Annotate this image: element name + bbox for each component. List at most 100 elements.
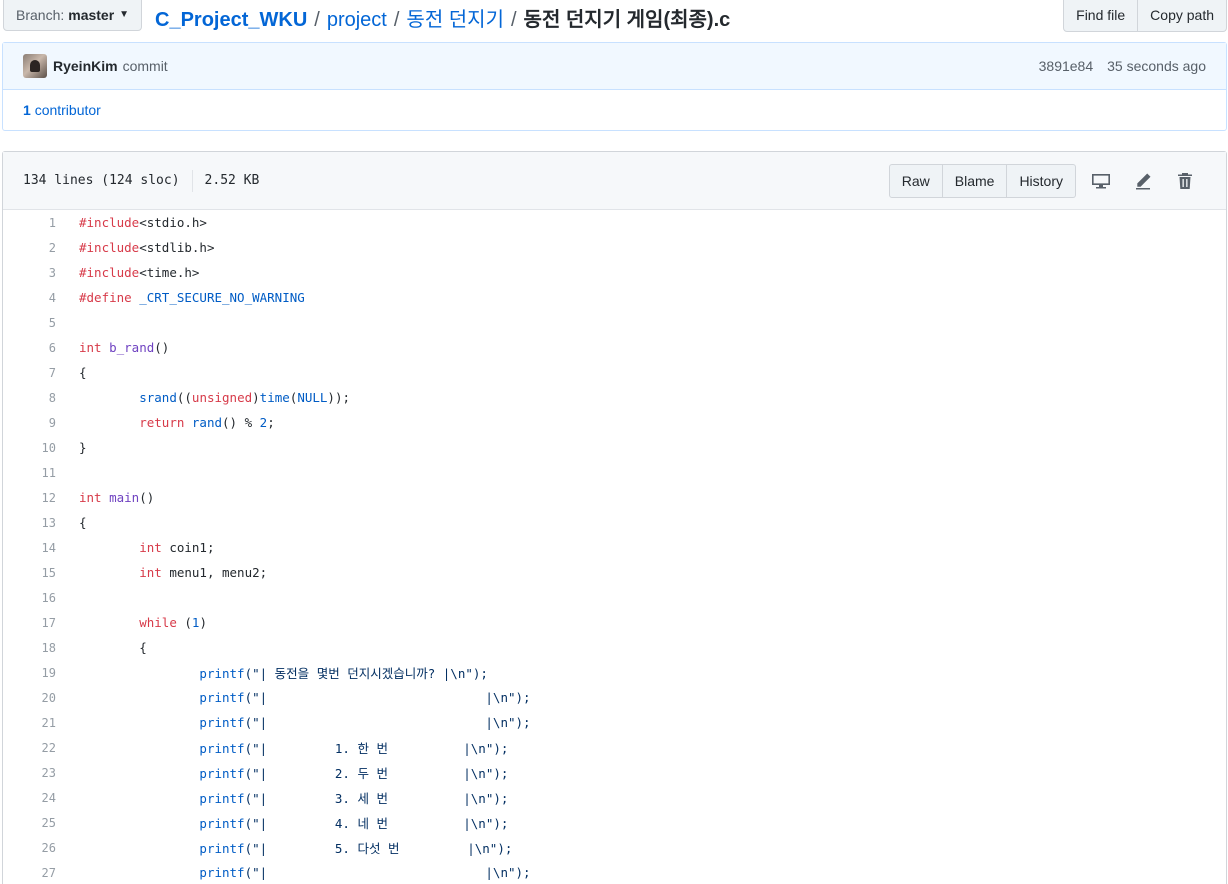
code-text: int coin1; xyxy=(139,540,215,555)
code-table: 1 #include<stdio.h> 2 #include<stdlib.h> 3 #i… xyxy=(3,210,1226,884)
line-number[interactable]: 17 xyxy=(3,616,56,630)
code-text: printf("| 5. 다섯 번 |\n"); xyxy=(199,841,513,856)
code-line: 7{ xyxy=(3,360,1226,385)
file-line-count: 134 lines (124 sloc) xyxy=(23,173,180,188)
code-text: printf("| |\n"); xyxy=(199,865,531,880)
line-number[interactable]: 5 xyxy=(3,316,56,330)
code-text: } xyxy=(79,440,87,455)
file-actions: Raw Blame History xyxy=(888,163,1206,198)
line-number[interactable]: 2 xyxy=(3,241,56,255)
file-viewer: 134 lines (124 sloc) 2.52 KB Raw Blame H… xyxy=(2,151,1227,884)
code-text: printf("| 3. 세 번 |\n"); xyxy=(199,791,509,806)
code-text: #include<stdio.h> xyxy=(79,215,207,230)
line-number[interactable]: 27 xyxy=(3,866,56,880)
avatar[interactable] xyxy=(23,54,47,78)
code-line: 4 #define _CRT_SECURE_NO_WARNING xyxy=(3,285,1226,310)
code-line: 16 xyxy=(3,585,1226,610)
code-line: 3 #include<time.h> xyxy=(3,260,1226,285)
line-number[interactable]: 4 xyxy=(3,291,56,305)
line-number[interactable]: 1 xyxy=(3,216,56,230)
line-number[interactable]: 16 xyxy=(3,591,56,605)
commit-sha-link[interactable]: 3891e84 xyxy=(1039,58,1094,74)
commit-tease: RyeinKim commit 3891e84 35 seconds ago 1… xyxy=(2,42,1227,131)
breadcrumb: C_Project_WKU / project / 동전 던지기 / 동전 던지… xyxy=(155,3,730,32)
code-text: { xyxy=(79,365,87,380)
commit-message-link[interactable]: commit xyxy=(123,58,168,74)
breadcrumb-separator: / xyxy=(510,9,517,31)
breadcrumb-repo-link[interactable]: C_Project_WKU xyxy=(155,9,307,32)
line-number[interactable]: 18 xyxy=(3,641,56,655)
desktop-icon[interactable] xyxy=(1080,164,1122,198)
code-line: 1 #include<stdio.h> xyxy=(3,210,1226,235)
code-line: 23 printf("| 2. 두 번 |\n"); xyxy=(3,760,1226,785)
breadcrumb-file-name: 동전 던지기 게임(최종).c xyxy=(523,9,731,31)
code-line: 9 return rand() % 2; xyxy=(3,410,1226,435)
code-text: #define _CRT_SECURE_NO_WARNING xyxy=(79,290,305,305)
line-number[interactable]: 24 xyxy=(3,791,56,805)
code-text: srand((unsigned)time(NULL)); xyxy=(139,390,350,405)
line-number[interactable]: 8 xyxy=(3,391,56,405)
line-number[interactable]: 25 xyxy=(3,816,56,830)
line-number[interactable]: 13 xyxy=(3,516,56,530)
branch-label: Branch: xyxy=(16,6,65,23)
code-text: int b_rand() xyxy=(79,340,170,355)
line-number[interactable]: 14 xyxy=(3,541,56,555)
code-line: 5 xyxy=(3,310,1226,335)
line-number[interactable]: 10 xyxy=(3,441,56,455)
line-number[interactable]: 11 xyxy=(3,466,56,480)
find-file-button[interactable]: Find file xyxy=(1063,0,1139,32)
commit-age: 35 seconds ago xyxy=(1107,58,1206,74)
breadcrumb-separator: / xyxy=(393,9,400,31)
code-text: printf("| 4. 네 번 |\n"); xyxy=(199,816,509,831)
trash-icon[interactable] xyxy=(1164,164,1206,198)
line-number[interactable]: 15 xyxy=(3,566,56,580)
code-line: 24 printf("| 3. 세 번 |\n"); xyxy=(3,785,1226,810)
code-line: 15 int menu1, menu2; xyxy=(3,560,1226,585)
code-line: 22 printf("| 1. 한 번 |\n"); xyxy=(3,735,1226,760)
line-number[interactable]: 12 xyxy=(3,491,56,505)
branch-select-button[interactable]: Branch: master ▼ xyxy=(3,0,143,31)
line-number[interactable]: 22 xyxy=(3,741,56,755)
line-number[interactable]: 21 xyxy=(3,716,56,730)
blame-button[interactable]: Blame xyxy=(942,163,1008,198)
copy-path-button[interactable]: Copy path xyxy=(1138,0,1227,32)
line-number[interactable]: 9 xyxy=(3,416,56,430)
code-text: { xyxy=(79,640,147,655)
contributors-row: 1 contributor xyxy=(3,90,1226,130)
pencil-icon[interactable] xyxy=(1122,164,1164,198)
code-text: int main() xyxy=(79,490,155,505)
code-text: printf("| |\n"); xyxy=(199,690,531,705)
commit-header: RyeinKim commit 3891e84 35 seconds ago xyxy=(3,43,1226,90)
line-number[interactable]: 7 xyxy=(3,366,56,380)
code-text: { xyxy=(79,515,87,530)
breadcrumb-folder-link[interactable]: 동전 던지기 xyxy=(406,3,504,32)
code-line: 6 int b_rand() xyxy=(3,335,1226,360)
line-number[interactable]: 6 xyxy=(3,341,56,355)
chevron-down-icon: ▼ xyxy=(119,9,130,20)
contributors-label: contributor xyxy=(34,102,101,118)
code-text: int menu1, menu2; xyxy=(139,565,268,580)
code-text: printf("| 2. 두 번 |\n"); xyxy=(199,766,509,781)
file-nav-buttons: Find file Copy path xyxy=(1063,0,1227,32)
raw-button[interactable]: Raw xyxy=(888,163,943,198)
code-text: printf("| 1. 한 번 |\n"); xyxy=(199,741,509,756)
file-info: 134 lines (124 sloc) 2.52 KB xyxy=(23,169,260,192)
commit-meta: 3891e84 35 seconds ago xyxy=(1039,58,1206,74)
breadcrumb-project-link[interactable]: project xyxy=(327,9,387,32)
file-size: 2.52 KB xyxy=(204,173,260,188)
line-number[interactable]: 3 xyxy=(3,266,56,280)
code-text: printf("| 동전을 몇번 던지시겠습니까? |\n"); xyxy=(199,666,488,681)
code-line: 18 { xyxy=(3,635,1226,660)
commit-author-link[interactable]: RyeinKim xyxy=(53,58,118,74)
history-button[interactable]: History xyxy=(1007,163,1076,198)
breadcrumb-separator: / xyxy=(314,9,320,31)
code-text: printf("| |\n"); xyxy=(199,715,531,730)
code-line: 21 printf("| |\n"); xyxy=(3,710,1226,735)
file-navigation: Branch: master ▼ C_Project_WKU / project… xyxy=(0,0,1228,34)
line-number[interactable]: 26 xyxy=(3,841,56,855)
code-text: return rand() % 2; xyxy=(139,415,275,430)
line-number[interactable]: 20 xyxy=(3,691,56,705)
line-number[interactable]: 23 xyxy=(3,766,56,780)
line-number[interactable]: 19 xyxy=(3,666,56,680)
contributors-link[interactable]: 1 contributor xyxy=(23,102,101,118)
